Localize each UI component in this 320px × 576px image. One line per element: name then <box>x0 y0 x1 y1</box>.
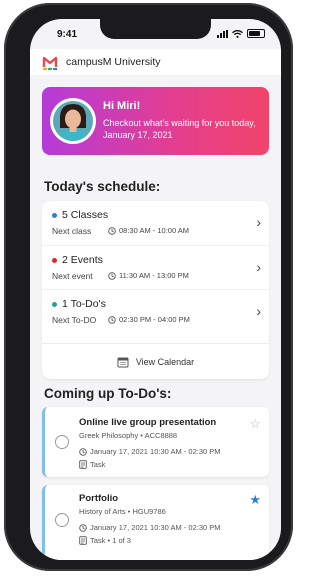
todo-complete-radio[interactable] <box>55 435 69 449</box>
todo-course: History of Arts • HGU9786 <box>79 507 166 516</box>
todos-dot-icon <box>52 302 57 307</box>
todo-datetime-group: January 17, 2021 10:30 AM - 02:30 PM <box>79 447 221 456</box>
todo-card[interactable]: Online live group presentation Greek Phi… <box>42 407 269 477</box>
schedule-row-todos[interactable]: 1 To-Do's Next To-DO 02:30 PM - 04:00 PM… <box>42 289 269 334</box>
todo-title: Portfolio <box>79 493 119 504</box>
schedule-row-time: 08:30 AM - 10:00 AM <box>119 226 190 235</box>
todo-datetime: January 17, 2021 10:30 AM - 02:30 PM <box>90 447 221 456</box>
calendar-icon <box>117 357 129 368</box>
task-icon <box>79 460 87 469</box>
schedule-row-classes[interactable]: 5 Classes Next class 08:30 AM - 10:00 AM… <box>42 201 269 245</box>
battery-icon <box>247 29 265 38</box>
schedule-row-title: 5 Classes <box>62 209 109 221</box>
status-icons <box>217 29 265 38</box>
task-icon <box>79 536 87 545</box>
todo-title: Online live group presentation <box>79 417 217 428</box>
events-dot-icon <box>52 258 57 263</box>
clock-icon <box>108 271 116 280</box>
campusm-logo-icon <box>42 56 58 70</box>
todo-type-group: Task <box>79 460 105 469</box>
todo-type-group: Task • 1 of 3 <box>79 536 131 545</box>
phone-frame: 9:41 campusM University Hi Miri! Checkou… <box>4 3 293 571</box>
todo-type: Task <box>90 460 106 469</box>
schedule-row-time-group: 02:30 PM - 04:00 PM <box>108 315 190 324</box>
app-screen: 9:41 campusM University Hi Miri! Checkou… <box>30 19 281 560</box>
schedule-heading: Today's schedule: <box>44 179 161 194</box>
classes-dot-icon <box>52 213 57 218</box>
todo-datetime-group: January 17, 2021 10:30 AM - 02:30 PM <box>79 523 221 532</box>
greeting-hello: Hi Miri! <box>103 100 141 112</box>
clock-icon <box>79 523 87 532</box>
schedule-row-events[interactable]: 2 Events Next event 11:30 AM - 13:00 PM … <box>42 245 269 290</box>
clock-icon <box>79 447 87 456</box>
todo-card[interactable]: Portfolio History of Arts • HGU9786 Janu… <box>42 485 269 560</box>
avatar[interactable] <box>50 98 96 144</box>
wifi-icon <box>232 29 243 38</box>
schedule-row-next-label: Next event <box>52 271 93 281</box>
greeting-message: Checkout what's waiting for you today, J… <box>103 118 256 140</box>
star-outline-icon[interactable]: ☆ <box>249 417 261 430</box>
todo-course: Greek Philosophy • ACC8888 <box>79 431 178 440</box>
schedule-row-title: 1 To-Do's <box>62 298 106 310</box>
notch <box>100 19 211 39</box>
star-filled-icon[interactable]: ★ <box>249 493 261 506</box>
todo-type: Task • 1 of 3 <box>90 536 131 545</box>
view-calendar-button[interactable]: View Calendar <box>42 343 269 380</box>
chevron-right-icon: › <box>256 303 261 319</box>
schedule-row-next-label: Next class <box>52 226 92 236</box>
schedule-row-time-group: 08:30 AM - 10:00 AM <box>108 226 189 235</box>
todo-datetime: January 17, 2021 10:30 AM - 02:30 PM <box>90 523 221 532</box>
schedule-row-time: 02:30 PM - 04:00 PM <box>119 315 190 324</box>
chevron-right-icon: › <box>256 214 261 230</box>
schedule-row-time: 11:30 AM - 13:00 PM <box>119 271 189 280</box>
clock-icon <box>108 226 116 235</box>
app-name: campusM University <box>66 56 161 68</box>
chevron-right-icon: › <box>256 259 261 275</box>
schedule-row-title: 2 Events <box>62 254 103 266</box>
schedule-row-time-group: 11:30 AM - 13:00 PM <box>108 271 189 280</box>
schedule-card: 5 Classes Next class 08:30 AM - 10:00 AM… <box>42 201 269 379</box>
signal-icon <box>217 29 228 38</box>
app-header: campusM University <box>30 49 281 75</box>
todo-complete-radio[interactable] <box>55 513 69 527</box>
view-calendar-label: View Calendar <box>135 357 195 367</box>
todos-heading: Coming up To-Do's: <box>44 386 172 401</box>
greeting-banner: Hi Miri! Checkout what's waiting for you… <box>42 87 269 155</box>
schedule-row-next-label: Next To-DO <box>52 315 97 325</box>
status-time: 9:41 <box>57 29 78 40</box>
clock-icon <box>108 315 116 324</box>
